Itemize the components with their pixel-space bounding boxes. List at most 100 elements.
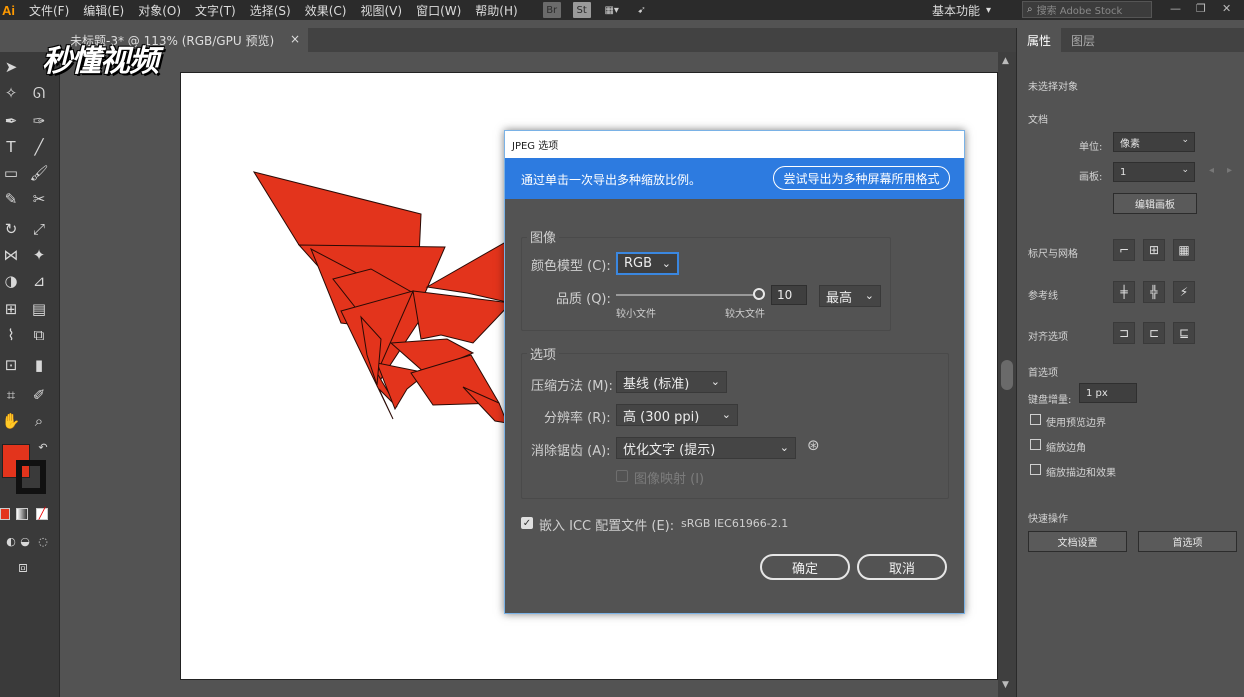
ruler-icon[interactable]: ⌐ [1113,239,1135,261]
cancel-button[interactable]: 取消 [857,554,947,580]
embed-icc-checkbox[interactable]: ✓ [521,517,533,529]
shape-builder-tool-icon[interactable]: ◑ [0,270,22,292]
next-artboard-icon[interactable]: ▸ [1227,165,1232,176]
eyedropper-tool-icon[interactable]: ⌇ [0,324,22,346]
rulers-grids-label: 标尺与网格 [1028,249,1078,260]
shaper-tool-icon[interactable]: ✎ [0,188,22,210]
menu-file[interactable]: 文件(F) [22,2,76,19]
arrange-documents-icon[interactable]: ▦▾ [603,2,621,18]
puppet-warp-tool-icon[interactable]: ✦ [28,244,50,266]
eraser-tool-icon[interactable]: ✐ [28,384,50,406]
type-tool-icon[interactable]: T [0,136,22,158]
gradient-mode-icon[interactable] [16,508,28,520]
transparency-grid-icon[interactable]: ▦ [1173,239,1195,261]
document-setup-button[interactable]: 文档设置 [1028,531,1127,552]
scroll-thumb[interactable] [1001,360,1013,390]
stock-icon[interactable]: St [572,2,591,18]
quality-input[interactable]: 10 [771,285,807,305]
snap-to-pixel-icon[interactable]: ⊏ [1143,322,1165,344]
bridge-icon[interactable]: Br [542,2,561,18]
snap-to-point-icon[interactable]: ⊑ [1173,322,1195,344]
search-stock-input[interactable]: ⌕ 搜索 Adobe Stock [1022,1,1152,18]
color-mode-icon[interactable] [0,508,10,520]
scale-tool-icon[interactable]: ⤢ [28,218,50,240]
width-tool-icon[interactable]: ⋈ [0,244,22,266]
lock-guides-icon[interactable]: ╬ [1143,281,1165,303]
smart-guides-icon[interactable]: ⚡ [1173,281,1195,303]
units-label: 单位: [1079,142,1103,153]
artboard-tool-icon[interactable]: ⌗ [0,384,22,406]
magic-wand-tool-icon[interactable]: ✧ [0,82,22,104]
antialias-select[interactable]: 优化文字 (提示) ⌄ [616,437,796,459]
scissors-tool-icon[interactable]: ✂ [28,188,50,210]
resolution-select[interactable]: 高 (300 ppi) ⌄ [616,404,738,426]
quality-preset-select[interactable]: 最高 ⌄ [819,285,881,307]
paintbrush-tool-icon[interactable]: 🖌 [28,162,50,184]
info-icon[interactable]: ⊛ [807,436,820,454]
document-tab-bar: 未标题-3* @ 113% (RGB/GPU 预览) × [62,28,1016,52]
selection-tool-icon[interactable]: ➤ [0,56,22,78]
column-graph-tool-icon[interactable]: ▮ [28,354,50,376]
menu-window[interactable]: 窗口(W) [409,2,468,19]
lasso-tool-icon[interactable]: ᘏ [28,82,50,104]
prev-artboard-icon[interactable]: ◂ [1209,165,1214,176]
units-select[interactable]: 像素 ⌄ [1113,132,1195,152]
stroke-color-swatch[interactable] [16,460,46,494]
symbol-sprayer-tool-icon[interactable]: ⊡ [0,354,22,376]
menu-effect[interactable]: 效果(C) [298,2,354,19]
menu-object[interactable]: 对象(O) [131,2,188,19]
tab-layers[interactable]: 图层 [1061,28,1105,52]
pen-tool-icon[interactable]: ✒ [0,110,22,132]
scale-strokes-checkbox[interactable] [1030,464,1041,475]
artboard-select[interactable]: 1 ⌄ [1113,162,1195,182]
tab-properties[interactable]: 属性 [1017,28,1062,52]
blend-tool-icon[interactable]: ⧉ [28,324,50,346]
gpu-performance-icon[interactable]: ➹ [633,2,651,18]
larger-file-label: 较大文件 [725,309,765,320]
smaller-file-label: 较小文件 [616,309,656,320]
vertical-scrollbar[interactable]: ▲ ▼ [998,52,1016,697]
use-preview-bounds-checkbox[interactable] [1030,414,1041,425]
menu-help[interactable]: 帮助(H) [468,2,524,19]
menu-select[interactable]: 选择(S) [243,2,298,19]
draw-inside-icon[interactable]: ◌ [32,530,54,552]
workspace-label: 基本功能 [932,3,981,18]
menu-type[interactable]: 文字(T) [188,2,243,19]
menu-edit[interactable]: 编辑(E) [76,2,131,19]
ok-button[interactable]: 确定 [760,554,850,580]
chevron-down-icon: ⌄ [710,375,720,388]
snap-to-grid-icon[interactable]: ⊐ [1113,322,1135,344]
menu-view[interactable]: 视图(V) [353,2,409,19]
rotate-tool-icon[interactable]: ↻ [0,218,22,240]
hand-tool-icon[interactable]: ✋ [0,410,22,432]
mesh-tool-icon[interactable]: ⊞ [0,298,22,320]
none-mode-icon[interactable]: ╱ [36,508,48,520]
show-guides-icon[interactable]: ╪ [1113,281,1135,303]
keyboard-increment-input[interactable]: 1 px [1079,383,1137,403]
perspective-grid-tool-icon[interactable]: ⊿ [28,270,50,292]
grid-icon[interactable]: ⊞ [1143,239,1165,261]
color-model-select[interactable]: RGB ⌄ [616,252,679,275]
quality-slider-track[interactable] [616,294,762,296]
swap-colors-icon[interactable]: ↶ [32,436,54,458]
screen-mode-icon[interactable]: ⧈ [12,556,34,578]
image-section [521,237,891,331]
preferences-button[interactable]: 首选项 [1138,531,1237,552]
scale-corners-checkbox[interactable] [1030,439,1041,450]
curvature-tool-icon[interactable]: ✑ [28,110,50,132]
workspace-switcher[interactable]: 基本功能 ▾ [932,0,991,20]
rectangle-tool-icon[interactable]: ▭ [0,162,22,184]
scroll-up-icon[interactable]: ▲ [1002,56,1009,66]
tab-close-icon[interactable]: × [290,32,300,46]
edit-artboards-button[interactable]: 编辑画板 [1113,193,1197,214]
compression-select[interactable]: 基线 (标准) ⌄ [616,371,727,393]
gradient-tool-icon[interactable]: ▤ [28,298,50,320]
line-tool-icon[interactable]: ╱ [28,136,50,158]
restore-icon[interactable]: ❐ [1196,2,1206,15]
try-export-for-screens-button[interactable]: 尝试导出为多种屏幕所用格式 [773,166,950,190]
quality-slider-thumb[interactable] [753,288,765,300]
zoom-tool-icon[interactable]: ⌕ [28,410,50,432]
scroll-down-icon[interactable]: ▼ [1002,680,1009,690]
close-window-icon[interactable]: ✕ [1222,2,1231,15]
minimize-icon[interactable]: — [1170,2,1181,15]
